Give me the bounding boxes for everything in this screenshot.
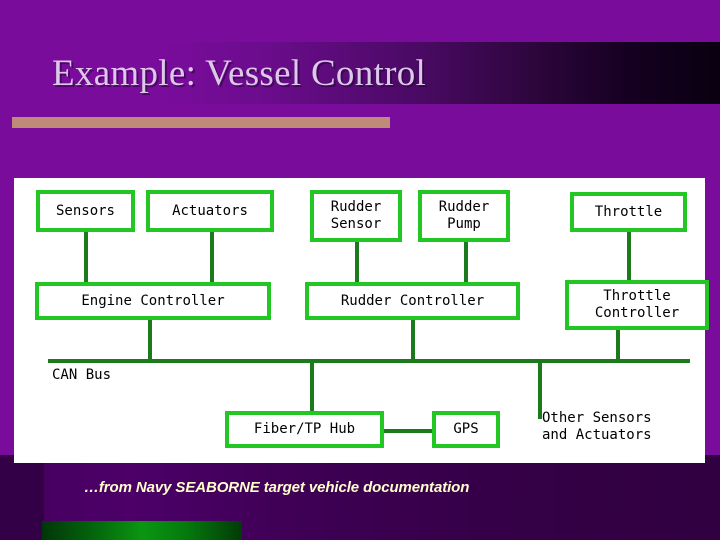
connector-engine-controller-to-can-bus: [148, 318, 152, 362]
label-can-bus: CAN Bus: [52, 367, 112, 384]
connector-throttle-to-throttle-controller: [627, 230, 631, 280]
node-actuators[interactable]: Actuators: [146, 190, 274, 232]
can-bus-spine: [48, 359, 690, 363]
background-top-band: [0, 0, 720, 44]
connector-throttle-controller-to-can-bus: [616, 328, 620, 362]
connector-sensors-to-engine-controller: [84, 230, 88, 288]
connector-can-bus-to-fiber-tp-hub: [310, 359, 314, 414]
title-underline-rule: [12, 117, 390, 128]
node-rudder-sensor[interactable]: Rudder Sensor: [310, 190, 402, 242]
connector-rudder-sensor-to-rudder-controller: [355, 240, 359, 288]
connector-fiber-tp-hub-to-gps: [380, 429, 436, 433]
slide-title: Example: Vessel Control: [52, 53, 427, 94]
node-gps[interactable]: GPS: [432, 411, 500, 448]
node-throttle[interactable]: Throttle: [570, 192, 687, 232]
source-caption: …from Navy SEABORNE target vehicle docum…: [84, 479, 470, 496]
slide: Example: Vessel Control Sensors Actuator…: [0, 0, 720, 540]
node-rudder-controller[interactable]: Rudder Controller: [305, 282, 520, 320]
node-sensors[interactable]: Sensors: [36, 190, 135, 232]
node-throttle-controller[interactable]: Throttle Controller: [565, 280, 709, 330]
connector-actuators-to-engine-controller: [210, 230, 214, 288]
label-other-sensors-and-actuators: Other Sensors and Actuators: [542, 410, 652, 444]
node-rudder-pump[interactable]: Rudder Pump: [418, 190, 510, 242]
background-lower-left-band: [0, 455, 44, 540]
connector-rudder-controller-to-can-bus: [411, 318, 415, 362]
bottom-accent-bar: [42, 521, 242, 540]
connector-rudder-pump-to-rudder-controller: [464, 240, 468, 288]
node-fiber-tp-hub[interactable]: Fiber/TP Hub: [225, 411, 384, 448]
diagram-panel: Sensors Actuators Rudder Sensor Rudder P…: [14, 178, 709, 463]
node-engine-controller[interactable]: Engine Controller: [35, 282, 271, 320]
